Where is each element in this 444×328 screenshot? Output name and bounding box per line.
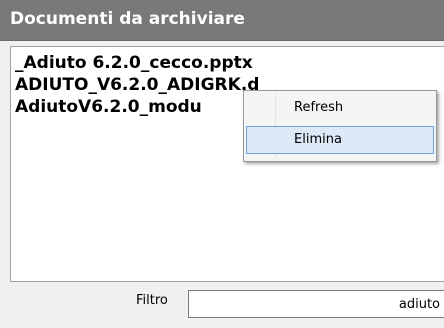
menu-item-refresh[interactable]: Refresh bbox=[246, 94, 434, 122]
context-menu: Refresh Elimina bbox=[243, 90, 437, 162]
menu-item-label: Elimina bbox=[294, 132, 342, 147]
panel-title: Documenti da archiviare bbox=[10, 9, 245, 29]
panel-header: Documenti da archiviare bbox=[0, 0, 444, 41]
filter-label: Filtro bbox=[136, 293, 168, 308]
file-list-item[interactable]: ADIUTO_V6.2.0_ADIGRK.d bbox=[15, 74, 259, 96]
file-list-item[interactable]: AdiutoV6.2.0_modu bbox=[15, 96, 202, 118]
file-list-item[interactable]: _Adiuto 6.2.0_cecco.pptx bbox=[15, 52, 253, 74]
menu-item-elimina[interactable]: Elimina bbox=[246, 126, 434, 154]
file-list[interactable]: _Adiuto 6.2.0_cecco.pptx ADIUTO_V6.2.0_A… bbox=[10, 46, 444, 282]
filter-input[interactable] bbox=[188, 290, 444, 318]
menu-item-label: Refresh bbox=[294, 100, 344, 115]
